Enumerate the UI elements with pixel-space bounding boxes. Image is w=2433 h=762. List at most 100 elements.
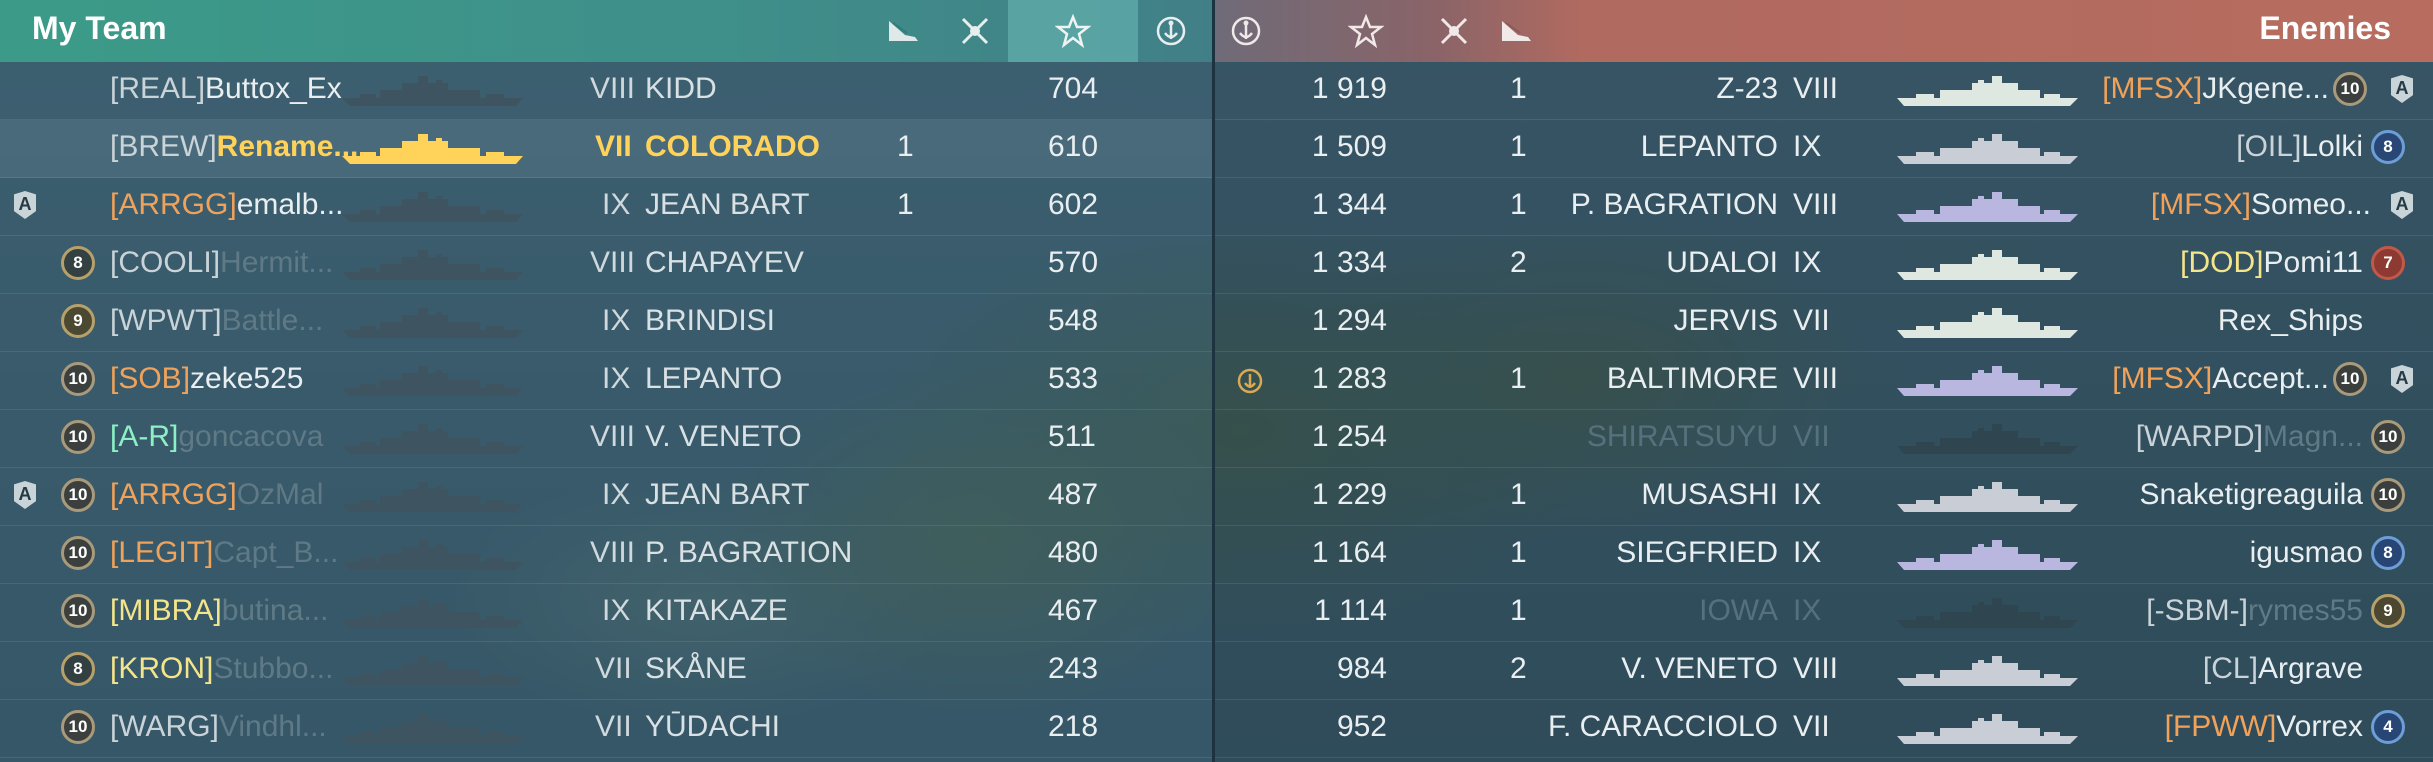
ship-tier: VII — [1793, 420, 1830, 453]
enemy-row[interactable]: 1 283 1 BALTIMORE VIII [MFSX]Accept... 10 A — [1215, 352, 2433, 410]
nickname: Argrave — [2257, 652, 2363, 685]
ship-name: P. BAGRATION — [1570, 188, 1778, 221]
my-team-row[interactable]: 10 [MIBRA]butina... IX KITAKAZE 467 — [0, 584, 1212, 642]
nickname: Someo... — [2250, 188, 2371, 221]
enemy-score: 1 919 — [1311, 72, 1387, 105]
ship-name: BRINDISI — [645, 304, 776, 337]
planes-shot-count: 1 — [1510, 594, 1527, 627]
division-badge: A — [14, 481, 36, 509]
player-name: Snaketigreaguila — [2140, 478, 2364, 512]
nickname: Hermit... — [220, 246, 334, 279]
nickname: emalb... — [236, 188, 344, 221]
my-team-row[interactable]: 10 [SOB]zeke525 IX LEPANTO 533 — [0, 352, 1212, 410]
nickname: Snaketigreaguila — [2139, 478, 2364, 511]
enemy-row[interactable]: 1 344 1 P. BAGRATION VIII [MFSX]Someo... A — [1215, 178, 2433, 236]
my-team-row[interactable]: 8 [KRON]Stubbo... VII SKÅNE 243 — [0, 642, 1212, 700]
enemy-score: 1 283 — [1311, 362, 1387, 395]
service-level-badge: 10 — [2333, 362, 2367, 396]
ship-tier: VIII — [590, 420, 636, 453]
enemy-score: 984 — [1336, 652, 1387, 685]
player-name: [OIL]Lolki — [2236, 130, 2363, 164]
ship-silhouette — [340, 362, 525, 400]
ship-name: JERVIS — [1673, 304, 1779, 337]
enemy-torpedo-column-header[interactable] — [1485, 0, 1547, 62]
division-badge: A — [14, 191, 36, 219]
nickname: Buttox_Ex — [205, 72, 342, 105]
nickname: Magn... — [2262, 420, 2363, 453]
enemy-score: 1 509 — [1311, 130, 1387, 163]
planes-shot-column-header[interactable] — [944, 0, 1006, 62]
my-team-title: My Team — [32, 10, 167, 46]
ship-name: JEAN BART — [645, 188, 810, 221]
ship-silhouette — [340, 478, 525, 516]
player-score: 610 — [1048, 130, 1099, 163]
enemy-row[interactable]: 1 254 SHIRATSUYU VII [WARPD]Magn... 10 — [1215, 410, 2433, 468]
my-team-row[interactable]: A 10 [ARRGG]OzMal IX JEAN BART 487 — [0, 468, 1212, 526]
my-team-row[interactable]: [BREW]Rename... VII COLORADO 1 610 — [0, 120, 1212, 178]
player-name: [COOLI]Hermit... — [110, 246, 333, 280]
anchor-column-header[interactable] — [1140, 0, 1202, 62]
player-name: [-SBM-]rymes55 — [2146, 594, 2363, 628]
service-level-badge: 10 — [2371, 478, 2405, 512]
enemy-score-column-header[interactable] — [1321, 0, 1411, 62]
nickname: Rex_Ships — [2217, 304, 2363, 337]
anchor-icon — [1156, 16, 1186, 46]
my-team-row[interactable]: A [ARRGG]emalb... IX JEAN BART 1 602 — [0, 178, 1212, 236]
ship-tier: VIII — [1793, 72, 1839, 105]
ship-tier: IX — [602, 188, 631, 221]
score-column-header[interactable] — [1008, 0, 1138, 62]
enemy-row[interactable]: 1 509 1 LEPANTO IX [OIL]Lolki 8 — [1215, 120, 2433, 178]
service-level-badge: 10 — [61, 536, 95, 570]
player-name: [FPWW]Vorrex — [2165, 710, 2363, 744]
clan-tag: [WARPD] — [2135, 420, 2263, 453]
my-team-row[interactable]: 10 [LEGIT]Capt_B... VIII P. BAGRATION 480 — [0, 526, 1212, 584]
enemy-row[interactable]: 1 919 1 Z-23 VIII [MFSX]JKgene... 10 A — [1215, 62, 2433, 120]
ship-tier: IX — [602, 594, 631, 627]
planes-shot-count: 1 — [1510, 130, 1527, 163]
ship-name: UDALOI — [1666, 246, 1778, 279]
nickname: OzMal — [236, 478, 324, 511]
my-team-row[interactable]: 10 [WARG]Vindhl... VII YŪDACHI 218 — [0, 700, 1212, 758]
player-name: [KRON]Stubbo... — [110, 652, 333, 686]
enemy-row[interactable]: 1 334 2 UDALOI IX [DOD]Pomi11 7 — [1215, 236, 2433, 294]
player-score: 570 — [1048, 246, 1099, 279]
service-level-badge: 8 — [61, 246, 95, 280]
my-team-row[interactable]: [REAL]Buttox_Ex VIII KIDD 704 — [0, 62, 1212, 120]
service-level-badge: 9 — [2371, 594, 2405, 628]
service-level-badge: 10 — [61, 420, 95, 454]
enemy-row[interactable]: 1 114 1 IOWA IX [-SBM-]rymes55 9 — [1215, 584, 2433, 642]
ship-tier: IX — [602, 362, 631, 395]
enemy-anchor-column-header[interactable] — [1215, 0, 1277, 62]
enemies-header: Enemies — [1215, 0, 2433, 62]
enemy-row[interactable]: 1 229 1 MUSASHI IX Snaketigreaguila 10 — [1215, 468, 2433, 526]
division-badge: A — [2391, 365, 2413, 393]
service-level-badge: 10 — [61, 478, 95, 512]
enemy-score: 1 164 — [1311, 536, 1387, 569]
planes-shot-count: 1 — [1510, 536, 1527, 569]
torpedo-column-header[interactable] — [872, 0, 934, 62]
player-name: [BREW]Rename... — [110, 130, 358, 164]
nickname: Rename... — [216, 130, 359, 163]
planes-shot-count: 1 — [1510, 478, 1527, 511]
player-name: [WARG]Vindhl... — [110, 710, 327, 744]
my-team-row[interactable]: 10 [A-R]goncacova VIII V. VENETO 511 — [0, 410, 1212, 468]
my-team-row[interactable]: 9 [WPWT]Battle... IX BRINDISI 548 — [0, 294, 1212, 352]
my-team-row[interactable]: 8 [COOLI]Hermit... VIII CHAPAYEV 570 — [0, 236, 1212, 294]
enemy-row[interactable]: 1 294 JERVIS VII Rex_Ships — [1215, 294, 2433, 352]
clan-tag: [WPWT] — [110, 304, 222, 337]
ship-tier: IX — [602, 478, 631, 511]
clan-tag: [BREW] — [110, 130, 217, 163]
ship-silhouette — [340, 72, 525, 110]
enemy-row[interactable]: 984 2 V. VENETO VIII [CL]Argrave — [1215, 642, 2433, 700]
enemy-row[interactable]: 1 164 1 SIEGFRIED IX igusmao 8 — [1215, 526, 2433, 584]
enemy-planes-shot-column-header[interactable] — [1423, 0, 1485, 62]
ship-tier: IX — [1793, 246, 1822, 279]
clan-tag: [REAL] — [110, 72, 206, 105]
ship-name: JEAN BART — [645, 478, 810, 511]
clan-tag: [OIL] — [2236, 130, 2302, 163]
enemy-row[interactable]: 952 F. CARACCIOLO VII [FPWW]Vorrex 4 — [1215, 700, 2433, 758]
clan-tag: [LEGIT] — [110, 536, 214, 569]
ship-tier: VIII — [590, 72, 636, 105]
clan-tag: [COOLI] — [110, 246, 221, 279]
ship-silhouette — [1895, 536, 2080, 574]
